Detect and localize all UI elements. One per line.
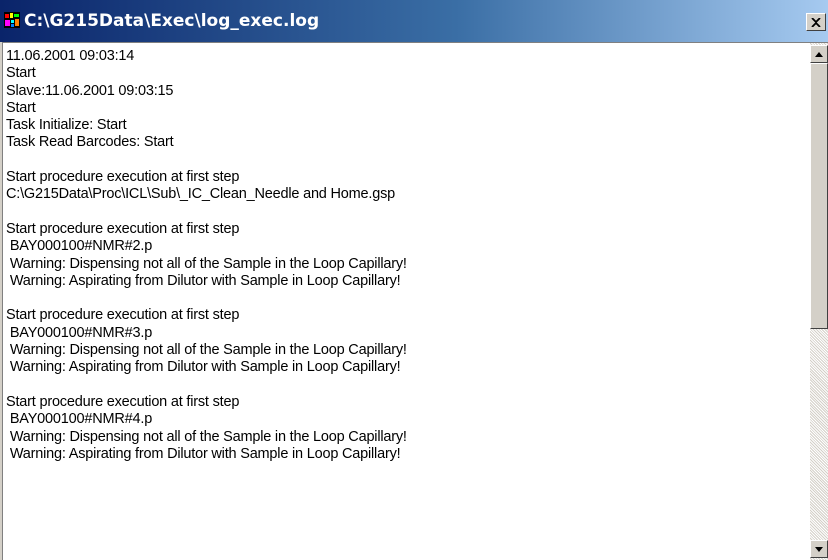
log-line: 11.06.2001 09:03:14 [6,48,135,64]
log-line: Warning: Aspirating from Dilutor with Sa… [6,445,401,462]
log-line: Warning: Aspirating from Dilutor with Sa… [6,272,401,289]
log-window: C:\G215Data\Exec\log_exec.log 11.06.2001… [0,0,828,560]
arrow-up-icon [815,51,823,57]
close-button[interactable] [806,13,826,31]
scroll-down-button[interactable] [810,540,828,558]
log-line: Start procedure execution at first step [6,393,240,410]
app-icon [4,12,20,28]
log-line: BAY000100#NMR#2.p [6,238,153,255]
close-icon [811,17,821,27]
log-line: C:\G215Data\Proc\ICL\Sub\_IC_Clean_Needl… [6,186,395,203]
scroll-up-button[interactable] [810,45,828,63]
scroll-thumb[interactable] [810,63,828,329]
window-title: C:\G215Data\Exec\log_exec.log [24,11,320,31]
log-line: Start [6,65,36,82]
arrow-down-icon [815,546,823,552]
log-line: Warning: Aspirating from Dilutor with Sa… [6,359,401,376]
log-line: Start procedure execution at first step [6,307,240,324]
log-text-area[interactable]: 11.06.2001 09:03:14 Start Slave:11.06.2001… [2,42,828,560]
log-line: Warning: Dispensing not all of the Sampl… [6,342,407,359]
log-line: Task Read Barcodes: Start [6,134,174,151]
log-content: 11.06.2001 09:03:14 Start Slave:11.06.2001… [6,48,806,558]
log-line: BAY000100#NMR#4.p [6,411,153,428]
log-line: Task Initialize: Start [6,117,127,134]
log-line: Warning: Dispensing not all of the Sampl… [6,428,407,445]
log-line: Start procedure execution at first step [6,169,240,186]
vertical-scrollbar[interactable] [810,43,828,560]
log-line: Slave:11.06.2001 09:03:15 [6,82,174,99]
log-line: Start procedure execution at first step [6,220,240,237]
log-line: Warning: Dispensing not all of the Sampl… [6,255,407,272]
log-line: BAY000100#NMR#3.p [6,324,153,341]
title-bar[interactable]: C:\G215Data\Exec\log_exec.log [0,0,828,42]
log-line: Start [6,99,36,116]
